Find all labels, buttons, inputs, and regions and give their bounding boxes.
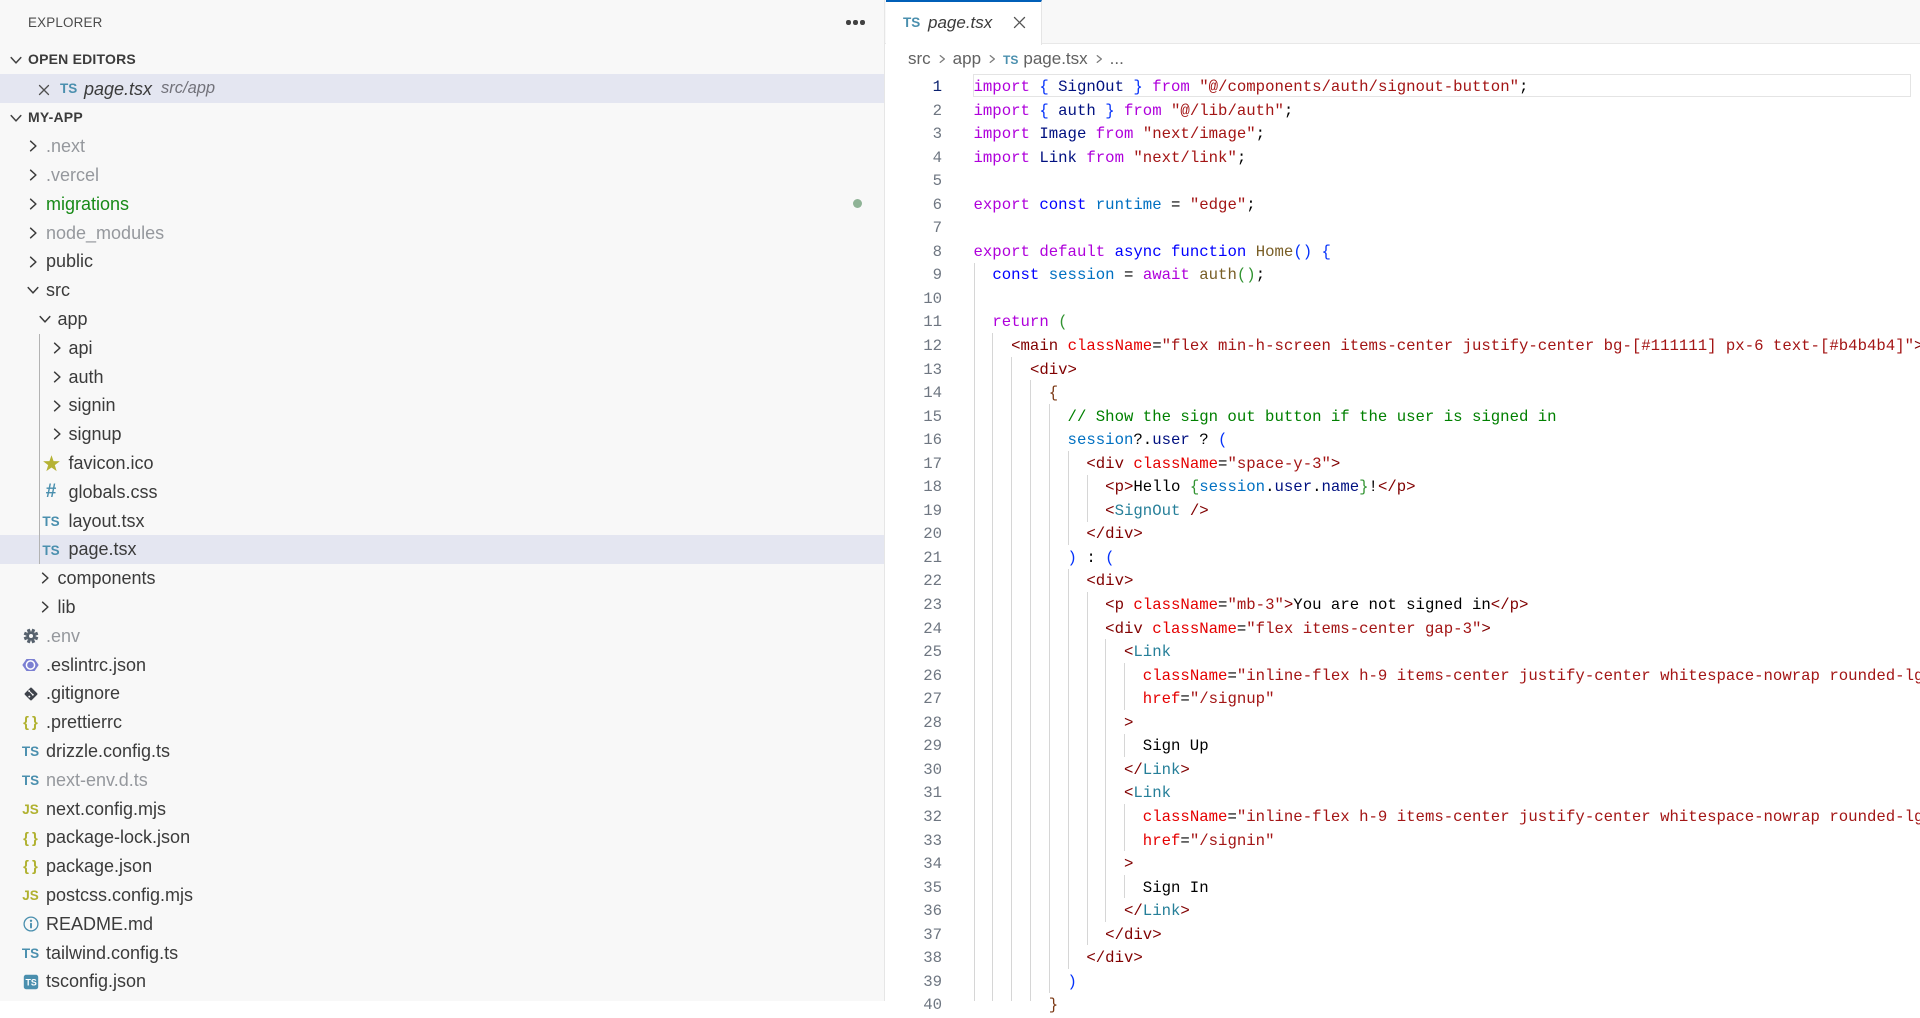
svg-text:TS: TS [25,978,36,988]
